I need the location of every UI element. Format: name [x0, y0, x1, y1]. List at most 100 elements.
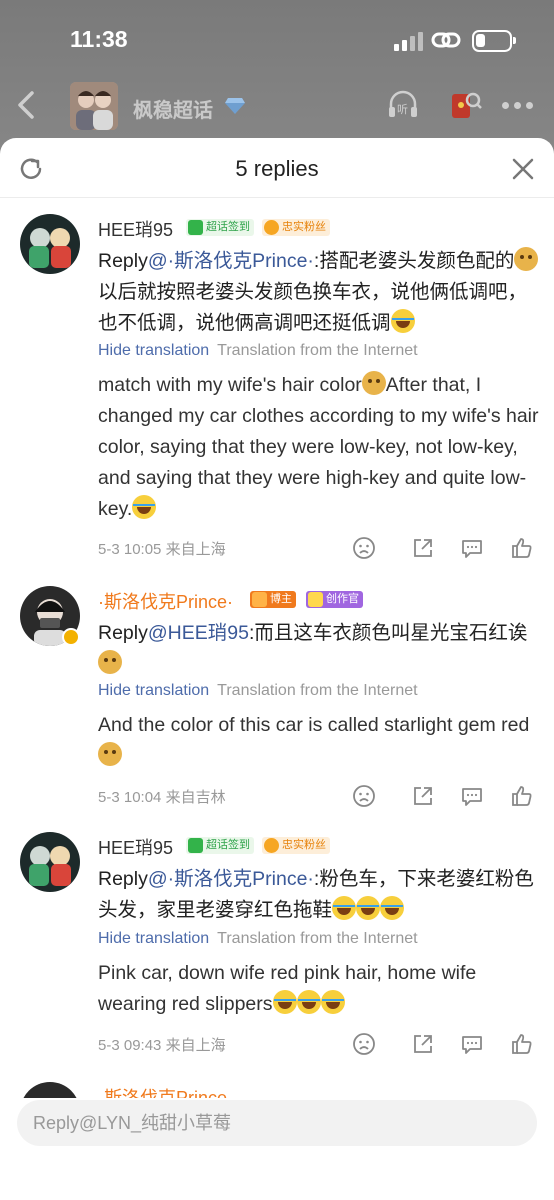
- poster-icon: [252, 592, 267, 607]
- fan-badge-label: 忠实粉丝: [282, 221, 326, 233]
- laugh-cry-emoji-icon: [390, 309, 415, 333]
- loyal-fan-badge: 忠实粉丝: [262, 219, 330, 236]
- hide-translation-link[interactable]: Hide translation: [98, 342, 209, 359]
- checkin-badge: 超话签到: [186, 837, 254, 854]
- topic-name[interactable]: 枫稳超话: [133, 94, 213, 123]
- share-icon: [414, 1035, 432, 1053]
- red-packet-search-icon[interactable]: [448, 88, 482, 122]
- avatar[interactable]: [20, 1082, 80, 1098]
- dislike-face-icon: [353, 537, 375, 559]
- close-icon[interactable]: [512, 158, 534, 180]
- hide-translation-link[interactable]: Hide translation: [98, 930, 209, 947]
- dislike-face-icon: [353, 785, 375, 807]
- dislike-button[interactable]: [352, 784, 376, 808]
- username[interactable]: ·斯洛伐克Prince·: [98, 588, 233, 614]
- comment-text-part: :而且这车衣颜色叫星光宝石红诶: [248, 622, 528, 644]
- creator-icon: [308, 592, 323, 607]
- reply-input-bar: [17, 1100, 537, 1146]
- reply-prefix: Reply: [98, 622, 148, 644]
- share-button[interactable]: [411, 536, 435, 560]
- poster-badge-label: 博主: [270, 593, 292, 605]
- laugh-cry-emoji-icon: [380, 896, 405, 920]
- comment-item: ·斯洛伐克Prince· 博主 创作官 Reply@HEE琑95:而且这车衣颜色…: [0, 570, 554, 818]
- checkin-badge: 超话签到: [186, 219, 254, 236]
- mention-link[interactable]: @HEE琑95: [148, 622, 249, 644]
- checkin-icon: [188, 838, 203, 853]
- dislike-button[interactable]: [352, 1032, 376, 1056]
- comment-text: Reply@·斯洛伐克Prince·:搭配老婆头发颜色配的以后就按照老婆头发颜色…: [98, 246, 543, 339]
- comment-meta: 5-3 10:04 来自吉林: [98, 786, 226, 807]
- translated-text: match with my wife's hair color After tha…: [98, 370, 543, 525]
- creator-badge: 创作官: [306, 591, 363, 608]
- like-button[interactable]: [510, 1032, 534, 1056]
- comment-text-part: 以后就按照老婆头发颜色换车衣，说他俩低调吧，也不低调，说他俩高调吧还挺低调: [98, 281, 528, 334]
- avatar[interactable]: [20, 214, 80, 274]
- reply-button[interactable]: [460, 536, 484, 560]
- translation-source: Translation from the Internet: [217, 930, 418, 947]
- username[interactable]: ·斯洛伐克Prince·: [98, 1084, 233, 1098]
- mention-link[interactable]: @·斯洛伐克Prince·: [148, 868, 314, 890]
- laugh-cry-emoji-icon: [320, 990, 345, 1014]
- laugh-cry-emoji-icon: [332, 896, 357, 920]
- battery-icon: [472, 30, 516, 52]
- translated-text-part: match with my wife's hair color: [98, 374, 362, 396]
- comment-icon: [462, 540, 482, 558]
- comment-location: 来自上海: [165, 541, 226, 558]
- verified-icon: [62, 628, 80, 646]
- signal-icon: [394, 31, 424, 51]
- checkin-icon: [188, 220, 203, 235]
- reply-prefix: Reply: [98, 868, 148, 890]
- share-icon: [414, 787, 432, 805]
- sheet-title: 5 replies: [235, 156, 319, 181]
- status-bar: 11:38: [0, 0, 554, 80]
- laugh-cry-emoji-icon: [132, 495, 157, 519]
- listen-icon[interactable]: 听: [386, 88, 420, 122]
- more-icon[interactable]: [502, 102, 534, 110]
- comment-meta: 5-3 10:05 来自上海: [98, 538, 226, 559]
- share-button[interactable]: [411, 784, 435, 808]
- link-icon: [431, 32, 461, 48]
- reply-button[interactable]: [460, 784, 484, 808]
- translation-source: Translation from the Internet: [217, 682, 418, 699]
- back-icon[interactable]: [14, 90, 38, 120]
- diamond-icon: [225, 98, 245, 114]
- comment-location: 来自上海: [165, 1037, 226, 1054]
- comment-location: 来自吉林: [165, 789, 226, 806]
- comment-item: HEE琑95 超话签到 忠实粉丝 Reply@·斯洛伐克Prince·:搭配老婆…: [0, 210, 554, 570]
- like-button[interactable]: [510, 536, 534, 560]
- comment-text-part: :搭配老婆头发颜色配的: [313, 250, 515, 272]
- avatar[interactable]: [20, 832, 80, 892]
- share-icon: [414, 539, 432, 557]
- comment-icon: [462, 788, 482, 806]
- topic-avatar[interactable]: [70, 82, 118, 130]
- laugh-cry-emoji-icon: [296, 990, 321, 1014]
- fan-badge-label: 忠实粉丝: [282, 839, 326, 851]
- reply-input[interactable]: [33, 1100, 523, 1146]
- svg-text:听: 听: [397, 103, 408, 116]
- comment-item: ·斯洛伐克Prince·: [0, 1068, 554, 1098]
- thumbs-up-icon: [512, 786, 532, 806]
- translated-text-part: And the color of this car is called star…: [98, 714, 530, 736]
- like-button[interactable]: [510, 784, 534, 808]
- status-time: 11:38: [70, 26, 128, 52]
- hide-translation-link[interactable]: Hide translation: [98, 682, 209, 699]
- comment-text: Reply@·斯洛伐克Prince·:粉色车，下来老婆红粉色头发，家里老婆穿红色…: [98, 864, 543, 926]
- thumbs-up-icon: [512, 1034, 532, 1054]
- translated-text: Pink car, down wife red pink hair, home …: [98, 958, 543, 1020]
- comment-meta: 5-3 09:43 来自上海: [98, 1034, 226, 1055]
- share-button[interactable]: [411, 1032, 435, 1056]
- dislike-button[interactable]: [352, 536, 376, 560]
- doge-emoji-icon: [514, 247, 539, 271]
- fan-level-icon: [264, 220, 279, 235]
- reply-button[interactable]: [460, 1032, 484, 1056]
- mention-link[interactable]: @·斯洛伐克Prince·: [148, 250, 314, 272]
- translation-source: Translation from the Internet: [217, 342, 418, 359]
- creator-badge-label: 创作官: [326, 593, 359, 605]
- sheet-header: 5 replies: [0, 138, 554, 198]
- comment-text: Reply@HEE琑95:而且这车衣颜色叫星光宝石红诶: [98, 618, 543, 680]
- username[interactable]: HEE琑95: [98, 834, 173, 860]
- comment-icon: [462, 1036, 482, 1054]
- username[interactable]: HEE琑95: [98, 216, 173, 242]
- background-header: 11:38 枫稳超话 听: [0, 0, 554, 150]
- checkin-badge-label: 超话签到: [206, 839, 250, 851]
